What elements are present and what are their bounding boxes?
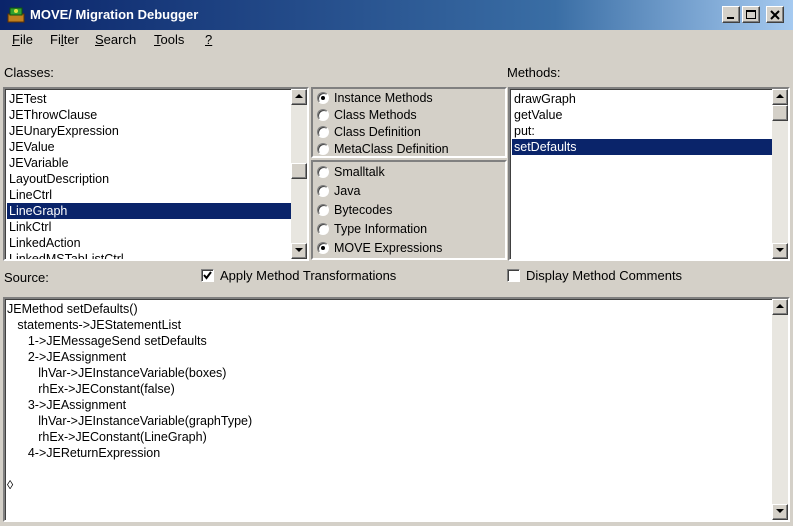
radio-bytecodes[interactable]: Bytecodes: [317, 201, 392, 219]
checkbox-box[interactable]: [507, 269, 520, 282]
radio-smalltalk[interactable]: Smalltalk: [317, 163, 385, 181]
arrow-down-icon: [776, 509, 784, 513]
display-comments-checkbox[interactable]: Display Method Comments: [507, 268, 682, 283]
menu-search[interactable]: Search: [95, 32, 136, 47]
menu-file[interactable]: File: [12, 32, 33, 47]
radio-label: Class Methods: [334, 108, 417, 122]
radio-button[interactable]: [317, 223, 329, 235]
list-item[interactable]: LineGraph: [7, 203, 291, 219]
source-line: lhVar->JEInstanceVariable(graphType): [7, 414, 253, 428]
radio-button[interactable]: [317, 92, 329, 104]
apply-transformations-checkbox[interactable]: Apply Method Transformations: [201, 268, 396, 283]
method-kind-group: Instance Methods Class Methods Class Defin…: [311, 87, 507, 158]
window-title: MOVE/ Migration Debugger: [30, 7, 199, 22]
scroll-thumb[interactable]: [772, 105, 788, 121]
source-label: Source:: [4, 270, 49, 285]
radio-label: Smalltalk: [334, 165, 385, 179]
radio-button[interactable]: [317, 204, 329, 216]
arrow-up-icon: [776, 94, 784, 98]
source-line: 1->JEMessageSend setDefaults: [7, 334, 207, 348]
maximize-icon: [746, 10, 756, 19]
source-line: 3->JEAssignment: [7, 398, 127, 412]
list-item[interactable]: LinkCtrl: [7, 219, 291, 235]
source-line: rhEx->JEConstant(false): [7, 382, 175, 396]
arrow-up-icon: [295, 94, 303, 98]
scroll-down-button[interactable]: [772, 504, 788, 520]
list-item[interactable]: JEVariable: [7, 155, 291, 171]
radio-button[interactable]: [317, 126, 329, 138]
radio-class-definition[interactable]: Class Definition: [317, 123, 421, 141]
list-item[interactable]: LinkedMSTabListCtrl: [7, 251, 291, 259]
radio-type-information[interactable]: Type Information: [317, 220, 427, 238]
scroll-up-button[interactable]: [772, 299, 788, 315]
arrow-down-icon: [776, 248, 784, 252]
source-line: statements->JEStatementList: [7, 318, 182, 332]
list-item[interactable]: LineCtrl: [7, 187, 291, 203]
classes-list[interactable]: JETest JEThrowClause JEUnaryExpression JEVa…: [3, 87, 309, 261]
list-item[interactable]: getValue: [512, 107, 772, 123]
list-item[interactable]: JEValue: [7, 139, 291, 155]
title-bar[interactable]: MOVE/ Migration Debugger: [0, 0, 793, 30]
arrow-down-icon: [295, 248, 303, 252]
scroll-up-button[interactable]: [291, 89, 307, 105]
source-line: 2->JEAssignment: [7, 350, 127, 364]
scroll-down-button[interactable]: [772, 243, 788, 259]
checkbox-box[interactable]: [201, 269, 214, 282]
radio-label: MetaClass Definition: [334, 142, 449, 156]
list-item[interactable]: JEThrowClause: [7, 107, 291, 123]
radio-button[interactable]: [317, 109, 329, 121]
radio-button[interactable]: [317, 185, 329, 197]
methods-label: Methods:: [507, 65, 561, 80]
radio-move-expressions[interactable]: MOVE Expressions: [317, 239, 442, 257]
methods-list[interactable]: drawGraph getValue put: setDefaults: [508, 87, 790, 261]
display-comments-label: Display Method Comments: [526, 268, 683, 283]
radio-label: Type Information: [334, 222, 428, 236]
source-line: ◊: [7, 478, 14, 492]
list-item[interactable]: put:: [512, 123, 772, 139]
radio-button[interactable]: [317, 242, 329, 254]
radio-label: Instance Methods: [334, 91, 433, 105]
source-line: JEMethod setDefaults(): [7, 302, 138, 316]
scroll-thumb[interactable]: [291, 163, 307, 179]
apply-transformations-label: Apply Method Transformations: [220, 268, 397, 283]
classes-scrollbar[interactable]: [291, 89, 307, 259]
radio-button[interactable]: [317, 166, 329, 178]
close-icon: [770, 10, 780, 20]
list-item[interactable]: JETest: [7, 91, 291, 107]
radio-label: MOVE Expressions: [334, 241, 443, 255]
app-icon[interactable]: [6, 5, 26, 25]
scroll-down-button[interactable]: [291, 243, 307, 259]
radio-label: Class Definition: [334, 125, 421, 139]
source-line: rhEx->JEConstant(LineGraph): [7, 430, 207, 444]
menu-help[interactable]: ?: [205, 32, 212, 47]
scroll-up-button[interactable]: [772, 89, 788, 105]
source-line: lhVar->JEInstanceVariable(boxes): [7, 366, 227, 380]
classes-label: Classes:: [4, 65, 54, 80]
methods-scrollbar[interactable]: [772, 89, 788, 259]
list-item[interactable]: JEUnaryExpression: [7, 123, 291, 139]
minimize-button[interactable]: [722, 6, 740, 23]
menu-tools[interactable]: Tools: [154, 32, 184, 47]
arrow-up-icon: [776, 304, 784, 308]
radio-metaclass-definition[interactable]: MetaClass Definition: [317, 140, 449, 158]
radio-label: Java: [334, 184, 361, 198]
minimize-icon: [727, 17, 734, 19]
radio-button[interactable]: [317, 143, 329, 155]
source-pane[interactable]: JEMethod setDefaults() statements->JESta…: [3, 297, 790, 522]
menu-filter[interactable]: Filter: [50, 32, 79, 47]
radio-instance-methods[interactable]: Instance Methods: [317, 89, 433, 107]
list-item[interactable]: drawGraph: [512, 91, 772, 107]
list-item[interactable]: LinkedAction: [7, 235, 291, 251]
radio-class-methods[interactable]: Class Methods: [317, 106, 417, 124]
list-item[interactable]: LayoutDescription: [7, 171, 291, 187]
source-line: 4->JEReturnExpression: [7, 446, 161, 460]
checkmark-icon: [203, 271, 212, 280]
source-scrollbar[interactable]: [772, 299, 788, 520]
radio-label: Bytecodes: [334, 203, 393, 217]
close-button[interactable]: [766, 6, 784, 23]
list-item[interactable]: setDefaults: [512, 139, 772, 155]
radio-java[interactable]: Java: [317, 182, 360, 200]
view-kind-group: Smalltalk Java Bytecodes Type Information MO…: [311, 160, 507, 260]
maximize-button[interactable]: [742, 6, 760, 23]
